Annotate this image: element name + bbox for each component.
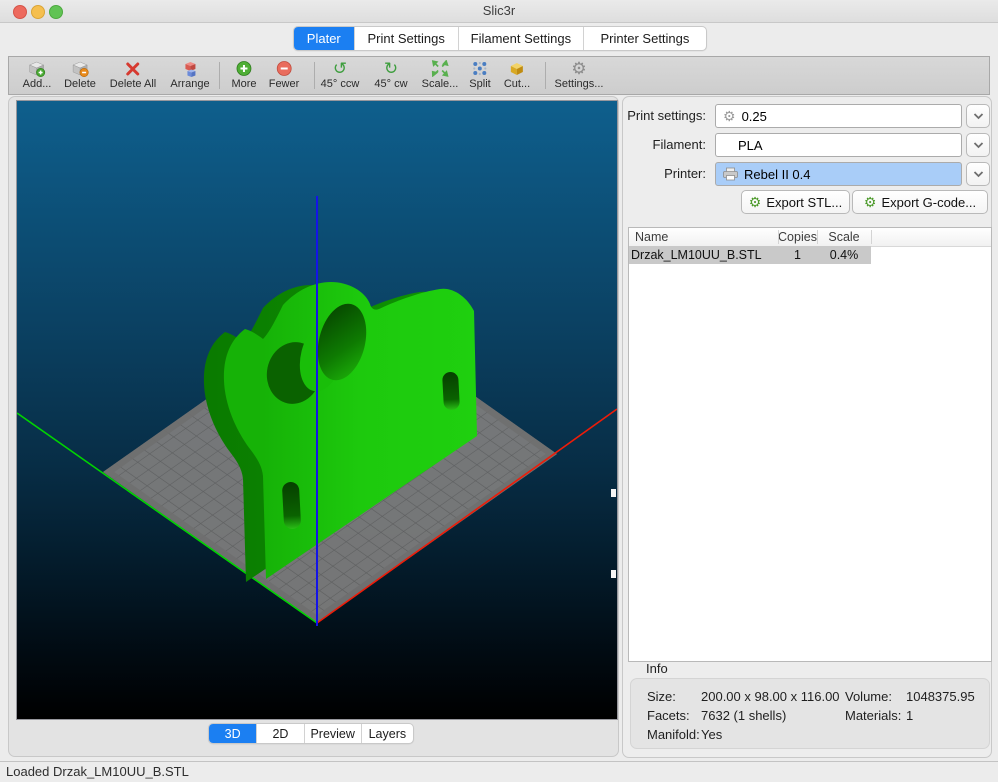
printer-select[interactable]: Rebel II 0.4 (715, 162, 962, 186)
tab-filament-settings[interactable]: Filament Settings (458, 27, 583, 50)
facets-value: 7632 (1 shells) (701, 708, 786, 723)
rotate-ccw-button[interactable]: ↺ 45° ccw (321, 59, 360, 92)
more-button[interactable]: More (231, 59, 256, 92)
chevron-down-icon (973, 170, 984, 178)
filament-dropdown-button[interactable] (966, 133, 990, 157)
view-mode-tabs: 3D 2D Preview Layers (208, 723, 414, 744)
tab-3d[interactable]: 3D (209, 724, 256, 743)
printer-label: Printer: (576, 162, 706, 186)
tab-preview[interactable]: Preview (304, 724, 361, 743)
cell-copies: 1 (778, 246, 817, 264)
mount-slot-right (442, 372, 460, 411)
chevron-down-icon (973, 141, 984, 149)
column-separator[interactable] (871, 230, 872, 244)
info-group-label: Info (646, 661, 668, 676)
add-button[interactable]: Add... (23, 59, 52, 92)
column-separator[interactable] (817, 230, 818, 244)
split-icon (469, 59, 490, 78)
arrange-icon (170, 59, 209, 78)
arrange-button[interactable]: Arrange (170, 59, 209, 92)
tab-layers[interactable]: Layers (361, 724, 413, 743)
status-message: Loaded Drzak_LM10UU_B.STL (6, 762, 189, 782)
manifold-label: Manifold: (647, 727, 700, 742)
slic3r-window: Slic3r Plater Print Settings Filament Se… (0, 0, 998, 782)
cut-button[interactable]: Cut... (504, 59, 530, 92)
edge-marker (611, 489, 616, 497)
settings-button[interactable]: ⚙ Settings... (555, 59, 604, 92)
export-gcode-button[interactable]: ⚙ Export G-code... (852, 190, 988, 214)
tab-printer-settings[interactable]: Printer Settings (583, 27, 706, 50)
printer-value: Rebel II 0.4 (744, 167, 811, 182)
column-header-copies[interactable]: Copies (778, 228, 817, 246)
chevron-down-icon (973, 112, 984, 120)
viewport-3d[interactable] (16, 100, 618, 720)
materials-value: 1 (906, 708, 913, 723)
print-settings-dropdown-button[interactable] (966, 104, 990, 128)
status-bar: Loaded Drzak_LM10UU_B.STL (0, 761, 998, 782)
delete-all-button[interactable]: Delete All (110, 59, 156, 92)
split-button[interactable]: Split (469, 59, 490, 92)
print-settings-select[interactable]: ⚙ 0.25 (715, 104, 962, 128)
fewer-button[interactable]: Fewer (269, 59, 300, 92)
filament-label: Filament: (576, 133, 706, 157)
cut-icon (504, 59, 530, 78)
window-title: Slic3r (0, 0, 998, 22)
column-header-scale[interactable]: Scale (817, 228, 871, 246)
table-row-selected[interactable]: Drzak_LM10UU_B.STL 1 0.4% (629, 246, 871, 264)
mount-slot-left (282, 482, 301, 530)
rotate-cw-icon: ↻ (374, 59, 407, 78)
more-icon (231, 59, 256, 78)
main-tab-bar: Plater Print Settings Filament Settings … (293, 26, 707, 51)
object-table: Name Copies Scale Drzak_LM10UU_B.STL 1 0… (628, 227, 992, 662)
filament-select[interactable]: PLA (715, 133, 962, 157)
cell-name: Drzak_LM10UU_B.STL (631, 246, 762, 264)
preset-gear-icon: ⚙ (723, 109, 736, 123)
delete-all-icon (110, 59, 156, 78)
toolbar-separator (314, 62, 315, 89)
toolbar-separator (219, 62, 220, 89)
cell-scale: 0.4% (817, 246, 871, 264)
column-separator[interactable] (778, 230, 779, 244)
info-box: Size: 200.00 x 98.00 x 116.00 Volume: 10… (630, 678, 990, 749)
delete-button[interactable]: Delete (64, 59, 96, 92)
printer-icon (722, 167, 739, 181)
delete-box-icon (64, 59, 96, 78)
filament-value: PLA (738, 138, 763, 153)
printer-dropdown-button[interactable] (966, 162, 990, 186)
scene-3d (17, 101, 617, 719)
print-settings-label: Print settings: (576, 104, 706, 128)
export-gear-icon: ⚙ (749, 195, 762, 209)
size-value: 200.00 x 98.00 x 116.00 (701, 689, 840, 704)
settings-gear-icon: ⚙ (555, 59, 604, 78)
rotate-cw-button[interactable]: ↻ 45° cw (374, 59, 407, 92)
export-stl-button[interactable]: ⚙ Export STL... (741, 190, 850, 214)
volume-value: 1048375.95 (906, 689, 975, 704)
plater-toolbar: Add... Delete Delete All Arrange More (8, 56, 990, 95)
title-bar: Slic3r (0, 0, 998, 23)
edge-marker (611, 570, 616, 578)
fewer-icon (269, 59, 300, 78)
toolbar-separator (545, 62, 546, 89)
tab-print-settings[interactable]: Print Settings (354, 27, 458, 50)
tab-2d[interactable]: 2D (256, 724, 303, 743)
rotate-ccw-icon: ↺ (321, 59, 360, 78)
print-settings-value: 0.25 (742, 109, 767, 124)
facets-label: Facets: (647, 708, 690, 723)
tab-plater[interactable]: Plater (294, 27, 354, 50)
size-label: Size: (647, 689, 676, 704)
scale-icon (422, 59, 459, 78)
volume-label: Volume: (845, 689, 892, 704)
materials-label: Materials: (845, 708, 901, 723)
add-box-icon (23, 59, 52, 78)
manifold-value: Yes (701, 727, 722, 742)
scale-button[interactable]: Scale... (422, 59, 459, 92)
object-table-header: Name Copies Scale (629, 228, 991, 247)
export-gear-icon: ⚙ (864, 195, 877, 209)
column-header-name[interactable]: Name (635, 228, 668, 246)
